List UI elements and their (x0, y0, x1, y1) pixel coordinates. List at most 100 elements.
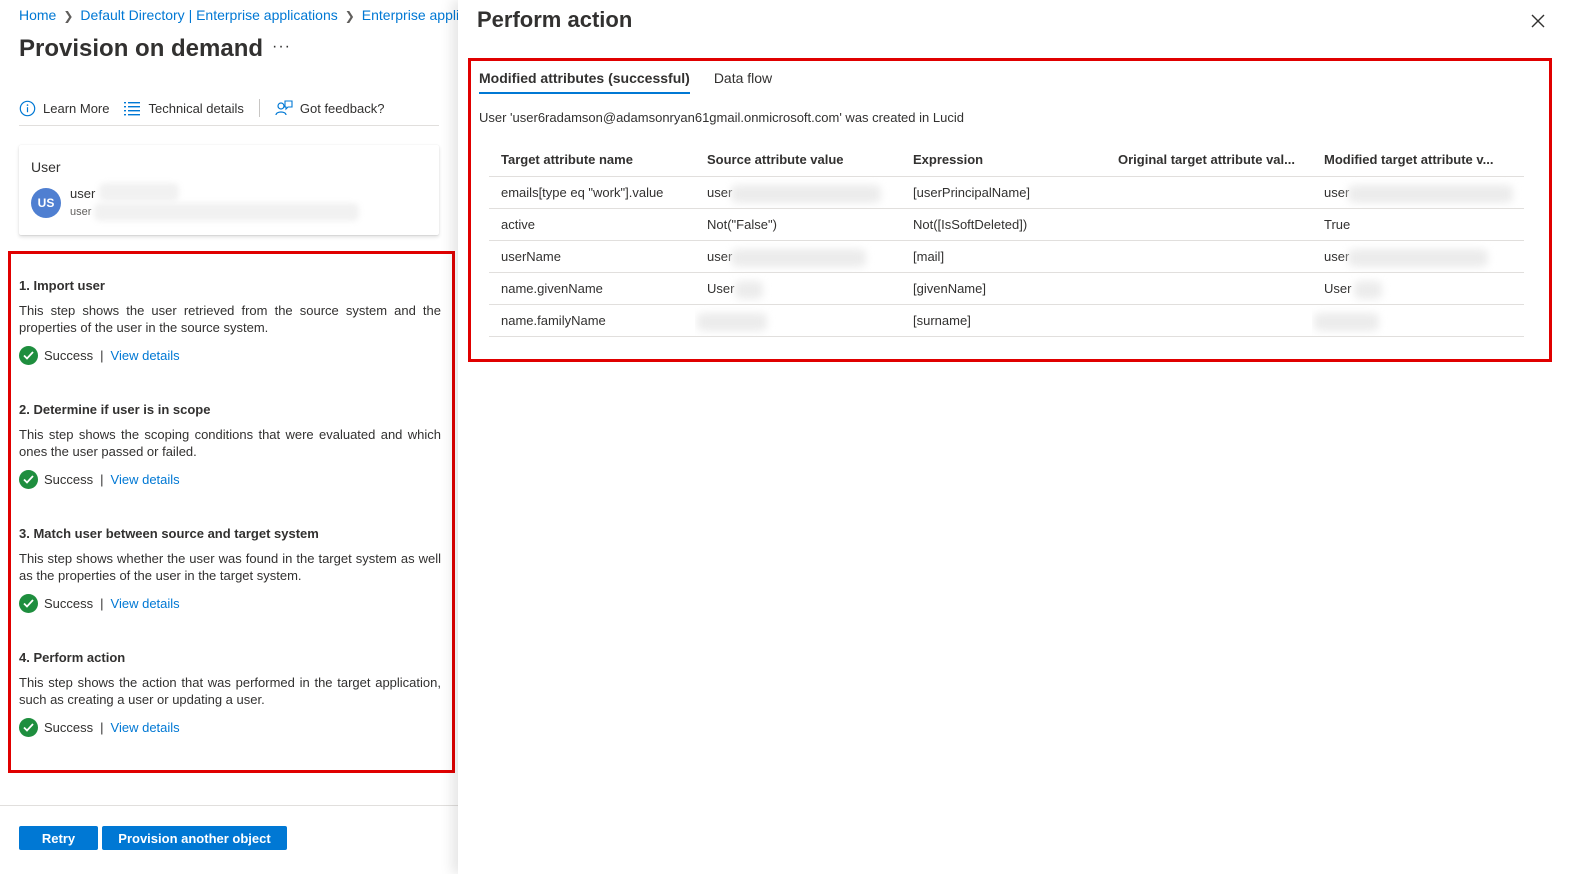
result-message: User 'user6radamson@adamsonryan61gmail.o… (479, 110, 964, 125)
cell-text: user (707, 248, 733, 264)
redacted-value (1314, 312, 1379, 331)
table-cell (695, 304, 901, 337)
redacted-value (1348, 184, 1513, 203)
redacted-value (735, 280, 763, 299)
table-cell: [surname] (901, 304, 1106, 337)
step-description: This step shows whether the user was fou… (19, 551, 441, 583)
status-separator: | (100, 596, 104, 611)
tab-modified-attributes[interactable]: Modified attributes (successful) (479, 70, 690, 94)
view-details-link[interactable]: View details (111, 596, 180, 611)
table-cell: User (695, 272, 901, 305)
step-description: This step shows the user retrieved from … (19, 303, 441, 335)
panel-tabs: Modified attributes (successful) Data fl… (479, 70, 796, 94)
user-principal-name: user (70, 206, 92, 218)
cell-text: User (707, 280, 735, 296)
redacted-value (731, 248, 866, 267)
table-cell: [mail] (901, 240, 1106, 273)
column-header: Expression (901, 144, 1106, 177)
more-options-icon[interactable]: ··· (272, 38, 291, 56)
step-status: Success | View details (19, 594, 441, 613)
close-icon[interactable] (1529, 12, 1547, 30)
table-cell: user (1312, 240, 1524, 273)
table-cell (1312, 304, 1524, 337)
redacted-value (731, 184, 881, 203)
table-cell: user (695, 240, 901, 273)
status-separator: | (100, 348, 104, 363)
step-status: Success | View details (19, 718, 441, 737)
step-title: 4. Perform action (19, 650, 126, 665)
table-cell: user (695, 176, 901, 209)
step-determine-scope: 2. Determine if user is in scope This st… (19, 402, 441, 489)
technical-details-label: Technical details (148, 100, 244, 116)
feedback-person-icon (275, 99, 293, 115)
redacted-email (94, 203, 359, 221)
column-header: Original target attribute val... (1106, 144, 1312, 177)
redacted-value (1348, 248, 1488, 267)
step-description: This step shows the scoping conditions t… (19, 427, 441, 459)
technical-details-button[interactable]: Technical details (124, 100, 244, 116)
chevron-right-icon: ❯ (344, 9, 355, 23)
provision-blade: Home ❯ Default Directory | Enterprise appl… (0, 0, 466, 874)
table-row: name.familyName [surname] (489, 304, 1524, 337)
perform-action-panel: Perform action Modified attributes (succ… (458, 0, 1581, 874)
chevron-right-icon: ❯ (63, 9, 74, 23)
toolbar: Learn More Technical details Got feedbac… (19, 97, 399, 119)
step-match-user: 3. Match user between source and target … (19, 526, 441, 613)
toolbar-divider-line (19, 125, 439, 126)
cell-text: User (1324, 280, 1352, 296)
table-row: active Not("False") Not([IsSoftDeleted])… (489, 208, 1524, 241)
redacted-value (1354, 280, 1382, 299)
success-check-icon (19, 470, 38, 489)
table-cell: [userPrincipalName] (901, 176, 1106, 209)
status-separator: | (100, 472, 104, 487)
table-cell: True (1312, 208, 1524, 241)
view-details-link[interactable]: View details (111, 472, 180, 487)
feedback-button[interactable]: Got feedback? (275, 99, 384, 117)
breadcrumb-enterprise-apps[interactable]: Default Directory | Enterprise applicati… (80, 7, 337, 23)
breadcrumb-enterprise-app[interactable]: Enterprise applic (362, 7, 466, 23)
table-row: userName user [mail] user (489, 240, 1524, 273)
page-title: Provision on demand (19, 35, 264, 62)
column-header: Source attribute value (695, 144, 901, 177)
info-icon (19, 100, 36, 116)
view-details-link[interactable]: View details (111, 720, 180, 735)
step-title: 1. Import user (19, 278, 105, 293)
learn-more-button[interactable]: Learn More (19, 100, 109, 117)
cell-text: user (707, 184, 733, 200)
tab-data-flow[interactable]: Data flow (714, 70, 772, 94)
status-text: Success (44, 472, 94, 487)
table-cell (1106, 176, 1312, 209)
view-details-link[interactable]: View details (111, 348, 180, 363)
breadcrumb-home[interactable]: Home (19, 7, 56, 23)
table-cell (1106, 208, 1312, 241)
table-cell: name.familyName (489, 304, 695, 337)
table-cell: user (1312, 176, 1524, 209)
status-separator: | (100, 720, 104, 735)
step-import-user: 1. Import user This step shows the user … (19, 278, 441, 365)
avatar: US (31, 188, 61, 218)
status-text: Success (44, 720, 94, 735)
table-cell (1106, 272, 1312, 305)
user-display-name: user (70, 186, 96, 201)
success-check-icon (19, 718, 38, 737)
panel-title: Perform action (477, 7, 633, 32)
table-cell (1106, 240, 1312, 273)
user-card: User US user user (19, 145, 439, 235)
cell-text: user (1324, 248, 1350, 264)
column-header: Target attribute name (489, 144, 695, 177)
provision-another-button[interactable]: Provision another object (102, 826, 287, 850)
table-cell: name.givenName (489, 272, 695, 305)
table-row: emails[type eq "work"].value user [userP… (489, 176, 1524, 209)
step-title: 3. Match user between source and target … (19, 526, 319, 541)
column-header: Modified target attribute v... (1312, 144, 1524, 177)
step-status: Success | View details (19, 470, 441, 489)
table-cell (1106, 304, 1312, 337)
user-card-label: User (31, 159, 61, 175)
step-description: This step shows the action that was perf… (19, 675, 441, 707)
toolbar-divider (258, 99, 260, 117)
retry-button[interactable]: Retry (19, 826, 98, 850)
cell-text: user (1324, 184, 1350, 200)
table-header-row: Target attribute name Source attribute v… (489, 144, 1524, 177)
table-cell: userName (489, 240, 695, 273)
status-text: Success (44, 596, 94, 611)
